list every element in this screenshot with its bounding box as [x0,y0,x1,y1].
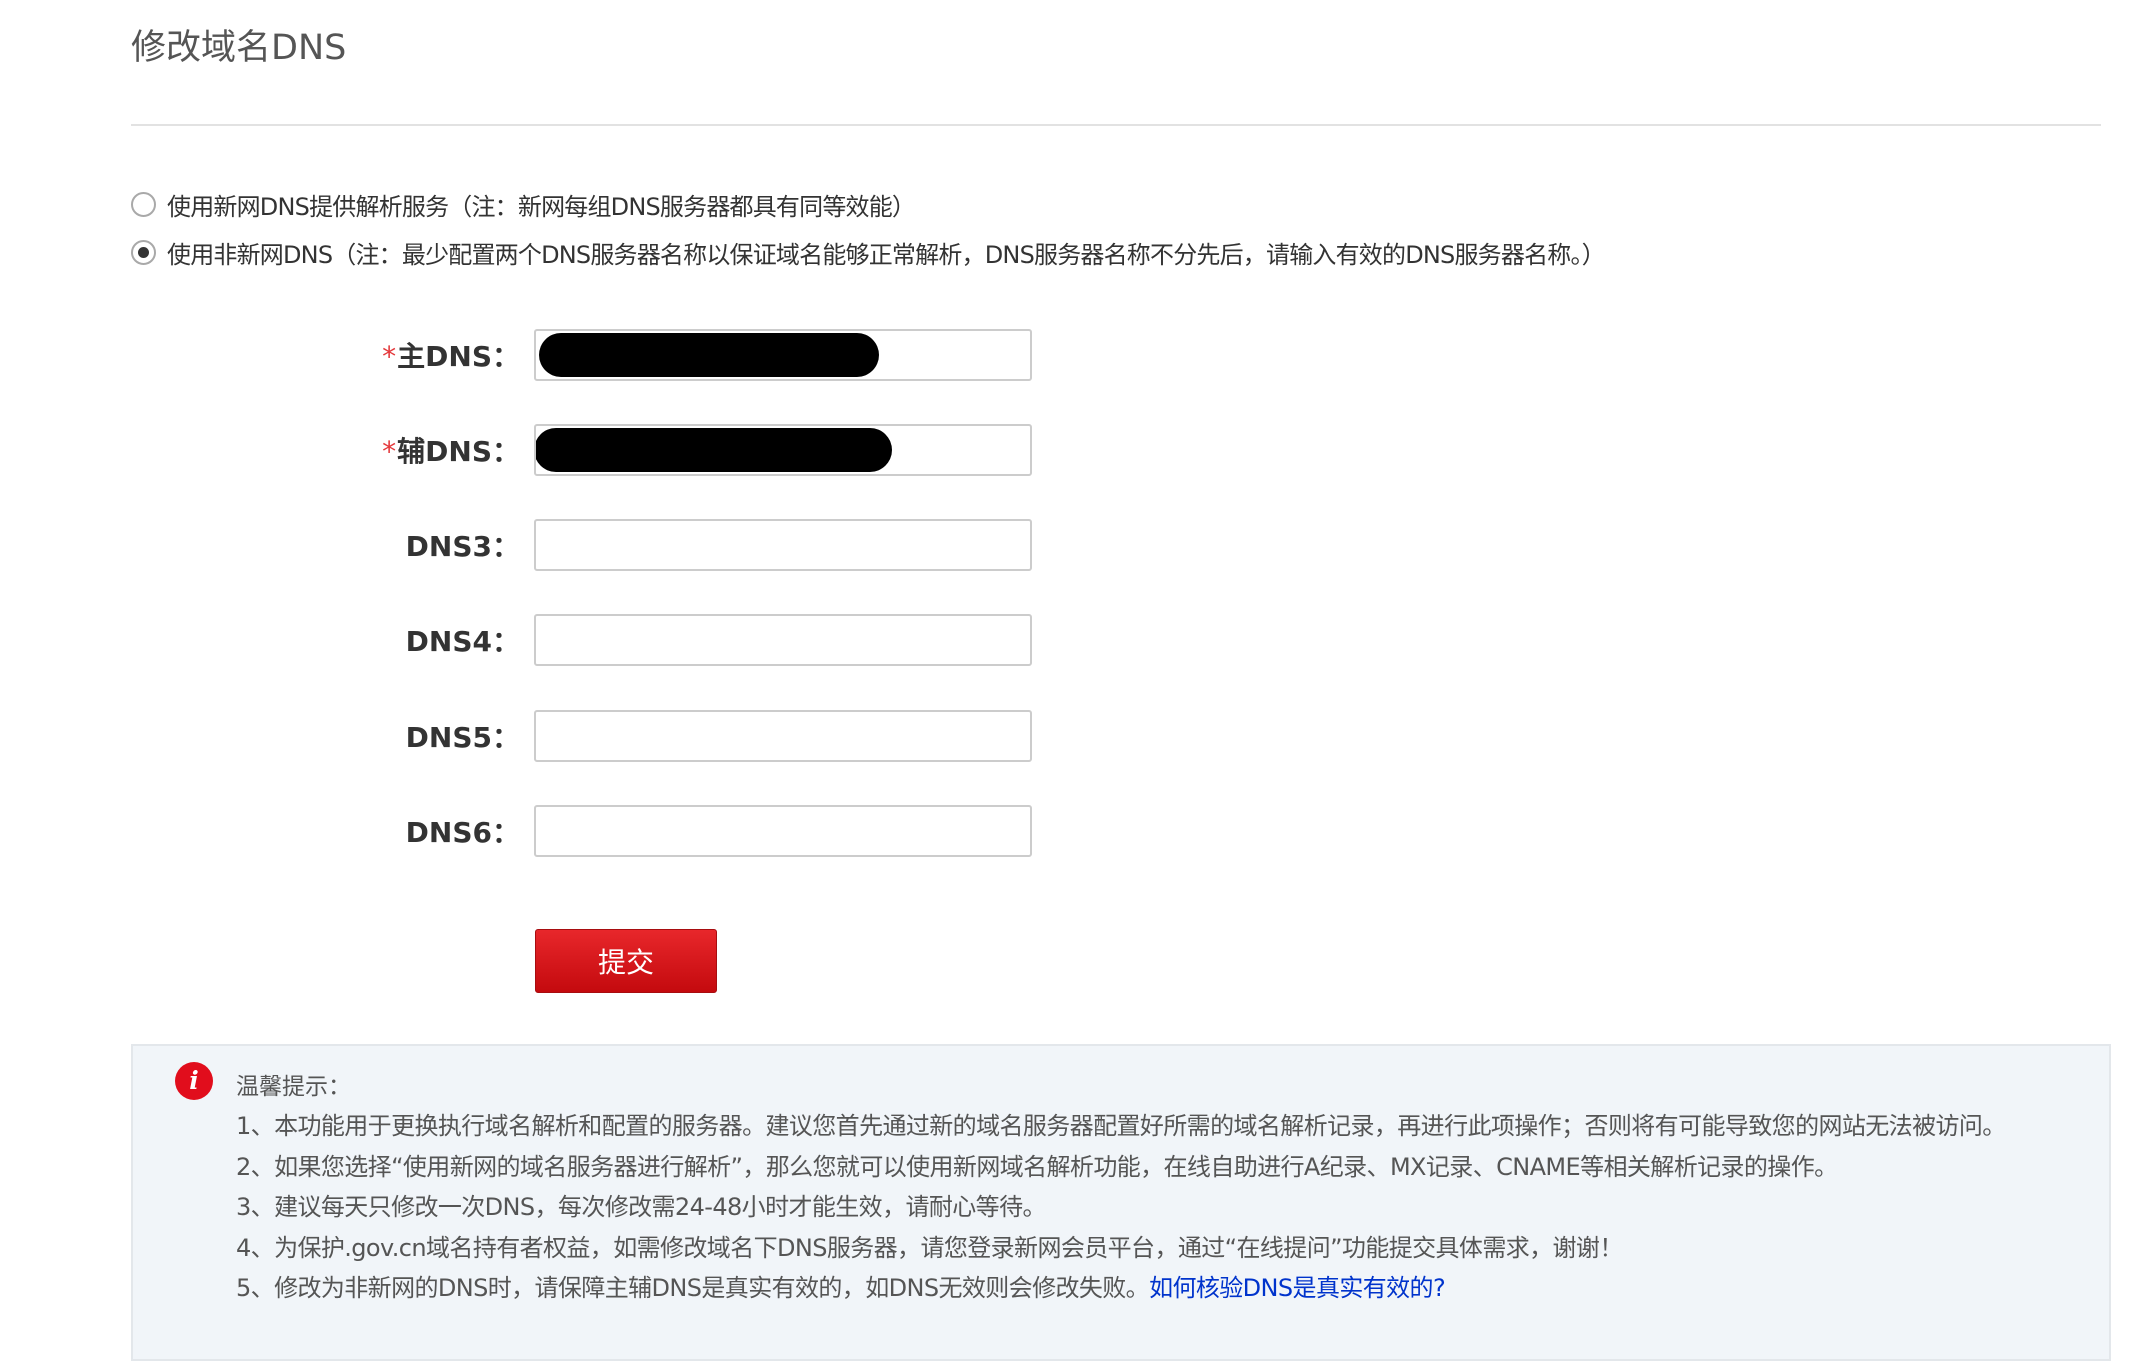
form-row-dns6: DNS6： [300,804,1032,858]
title-divider [131,124,2101,126]
field-label-secondary-dns: *辅DNS： [300,430,520,470]
primary-dns-label: 主DNS： [397,340,520,373]
form-row-primary-dns: *主DNS： [300,328,1032,382]
tips-list: 1、本功能用于更换执行域名解析和配置的服务器。建议您首先通过新的域名服务器配置好… [236,1106,2036,1309]
secondary-dns-field-box[interactable] [534,424,1032,476]
required-mark: * [382,435,397,468]
tip-item: 5、修改为非新网的DNS时，请保障主辅DNS是真实有效的，如DNS无效则会修改失… [236,1268,2036,1309]
primary-dns-field-box[interactable] [534,329,1032,381]
tips-title: 温馨提示： [236,1074,351,1100]
dns6-field-box[interactable] [534,805,1032,857]
dns5-input[interactable] [536,712,1030,760]
field-label-primary-dns: *主DNS： [300,335,520,375]
info-icon: i [175,1062,213,1100]
dns6-label: DNS6： [405,816,520,849]
radio-label-custom-dns: 使用非新网DNS（注：最少配置两个DNS服务器名称以保证域名能够正常解析，DNS… [167,240,1606,269]
verify-dns-link[interactable]: 如何核验DNS是真实有效的? [1149,1274,1446,1302]
page-title: 修改域名DNS [131,28,347,68]
radio-button-custom-dns[interactable] [131,239,156,265]
secondary-dns-label: 辅DNS： [397,435,520,468]
form-row-dns3: DNS3： [300,518,1032,572]
submit-button[interactable]: 提交 [535,929,717,993]
radio-option-custom-dns[interactable]: 使用非新网DNS（注：最少配置两个DNS服务器名称以保证域名能够正常解析，DNS… [131,232,1606,272]
dns4-field-box[interactable] [534,614,1032,666]
form-row-secondary-dns: *辅DNS： [300,423,1032,477]
dns6-input[interactable] [536,807,1030,855]
radio-label-xinnet-dns: 使用新网DNS提供解析服务（注：新网每组DNS服务器都具有同等效能） [167,192,916,221]
form-row-dns5: DNS5： [300,709,1032,763]
radio-button-xinnet-dns[interactable] [131,191,156,217]
tips-panel: i 温馨提示： 1、本功能用于更换执行域名解析和配置的服务器。建议您首先通过新的… [131,1044,2111,1361]
dns5-field-box[interactable] [534,710,1032,762]
dns3-field-box[interactable] [534,519,1032,571]
dns3-label: DNS3： [405,530,520,563]
dns3-input[interactable] [536,521,1030,569]
tip-item: 3、建议每天只修改一次DNS，每次修改需24-48小时才能生效，请耐心等待。 [236,1193,1046,1221]
redacted-value [539,333,879,377]
tip-item: 1、本功能用于更换执行域名解析和配置的服务器。建议您首先通过新的域名服务器配置好… [236,1112,2006,1140]
radio-option-xinnet-dns[interactable]: 使用新网DNS提供解析服务（注：新网每组DNS服务器都具有同等效能） [131,184,916,224]
redacted-value [536,428,892,472]
form-row-dns4: DNS4： [300,613,1032,667]
required-mark: * [382,340,397,373]
dns4-input[interactable] [536,616,1030,664]
dns4-label: DNS4： [405,625,520,658]
dns5-label: DNS5： [405,721,520,754]
tip-item: 4、为保护.gov.cn域名持有者权益，如需修改域名下DNS服务器，请您登录新网… [236,1233,1623,1262]
tip-item: 2、如果您选择“使用新网的域名服务器进行解析”，那么您就可以使用新网域名解析功能… [236,1152,1838,1181]
tip-text: 5、修改为非新网的DNS时，请保障主辅DNS是真实有效的，如DNS无效则会修改失… [236,1274,1150,1302]
